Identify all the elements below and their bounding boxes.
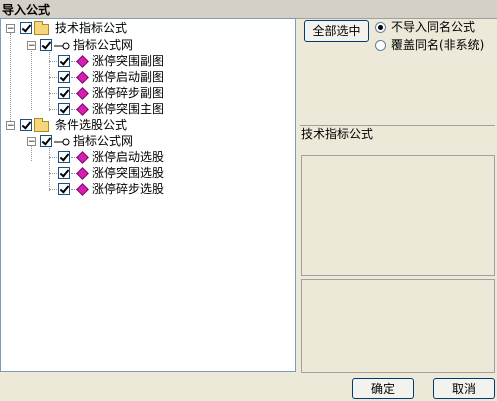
tree-node-label: 涨停碎步选股 [92, 182, 165, 196]
detail-panel-top [301, 155, 495, 276]
tree-node-group-1[interactable]: − 技术指标公式 [1, 21, 291, 37]
formula-icon [76, 103, 89, 116]
collapse-icon[interactable]: − [27, 137, 36, 147]
tree-node-item[interactable]: 涨停突围主图 [1, 102, 291, 118]
tree-node-item[interactable]: 涨停启动副图 [1, 70, 291, 86]
collapse-icon[interactable]: − [6, 121, 15, 131]
divider [300, 125, 495, 126]
cancel-button[interactable]: 取消 [433, 378, 495, 399]
tree-node-label: 涨停启动选股 [92, 150, 165, 164]
tree-node-label: 涨停启动副图 [92, 70, 165, 84]
checkbox-checked[interactable] [58, 183, 70, 195]
checkbox-checked[interactable] [58, 55, 70, 67]
checkbox-checked[interactable] [20, 119, 32, 131]
tree-node-subgroup-1[interactable]: − 指标公式网 [1, 38, 291, 54]
checkbox-checked[interactable] [58, 87, 70, 99]
key-icon [54, 138, 70, 146]
tree-node-label: 涨停碎步副图 [92, 86, 165, 100]
formula-icon [76, 55, 89, 68]
key-icon [54, 42, 70, 50]
detail-panel-bottom [301, 279, 495, 373]
checkbox-checked[interactable] [58, 151, 70, 163]
formula-tree[interactable]: − 技术指标公式 − 指标公式网 涨停突围副图 涨停启动副图 涨停碎步副图 涨停… [0, 18, 296, 372]
formula-icon [76, 167, 89, 180]
checkbox-checked[interactable] [40, 39, 52, 51]
tree-node-item[interactable]: 涨停突围副图 [1, 54, 291, 70]
select-all-button[interactable]: 全部选中 [304, 20, 369, 42]
folder-icon [34, 118, 49, 132]
checkbox-checked[interactable] [58, 71, 70, 83]
radio-overwrite-label[interactable]: 覆盖同名(非系统) [391, 38, 484, 52]
radio-no-import[interactable] [375, 22, 386, 33]
title-bar: 导入公式 [0, 0, 497, 19]
tree-node-label: 条件选股公式 [55, 118, 128, 132]
formula-icon [76, 183, 89, 196]
tree-node-item[interactable]: 涨停碎步副图 [1, 86, 291, 102]
tree-node-label: 涨停突围选股 [92, 166, 165, 180]
formula-icon [76, 71, 89, 84]
tree-node-label: 指标公式网 [73, 134, 134, 148]
checkbox-checked[interactable] [20, 22, 32, 34]
collapse-icon[interactable]: − [6, 24, 15, 34]
collapse-icon[interactable]: − [27, 41, 36, 51]
window-title: 导入公式 [2, 3, 51, 17]
formula-icon [76, 151, 89, 164]
checkbox-checked[interactable] [58, 167, 70, 179]
tree-node-item[interactable]: 涨停突围选股 [1, 166, 291, 182]
checkbox-checked[interactable] [58, 103, 70, 115]
tree-node-group-2[interactable]: − 条件选股公式 [1, 118, 291, 134]
folder-icon [34, 21, 49, 35]
checkbox-checked[interactable] [40, 135, 52, 147]
tree-node-item[interactable]: 涨停碎步选股 [1, 182, 291, 198]
tree-node-subgroup-2[interactable]: − 指标公式网 [1, 134, 291, 150]
formula-icon [76, 87, 89, 100]
tree-node-item[interactable]: 涨停启动选股 [1, 150, 291, 166]
ok-button[interactable]: 确定 [352, 378, 414, 399]
radio-overwrite[interactable] [375, 40, 386, 51]
tree-node-label: 涨停突围主图 [92, 102, 165, 116]
tree-node-label: 指标公式网 [73, 38, 134, 52]
tree-node-label: 涨停突围副图 [92, 54, 165, 68]
tree-node-label: 技术指标公式 [55, 21, 128, 35]
detail-title: 技术指标公式 [301, 127, 374, 141]
radio-no-import-label[interactable]: 不导入同名公式 [391, 20, 475, 34]
